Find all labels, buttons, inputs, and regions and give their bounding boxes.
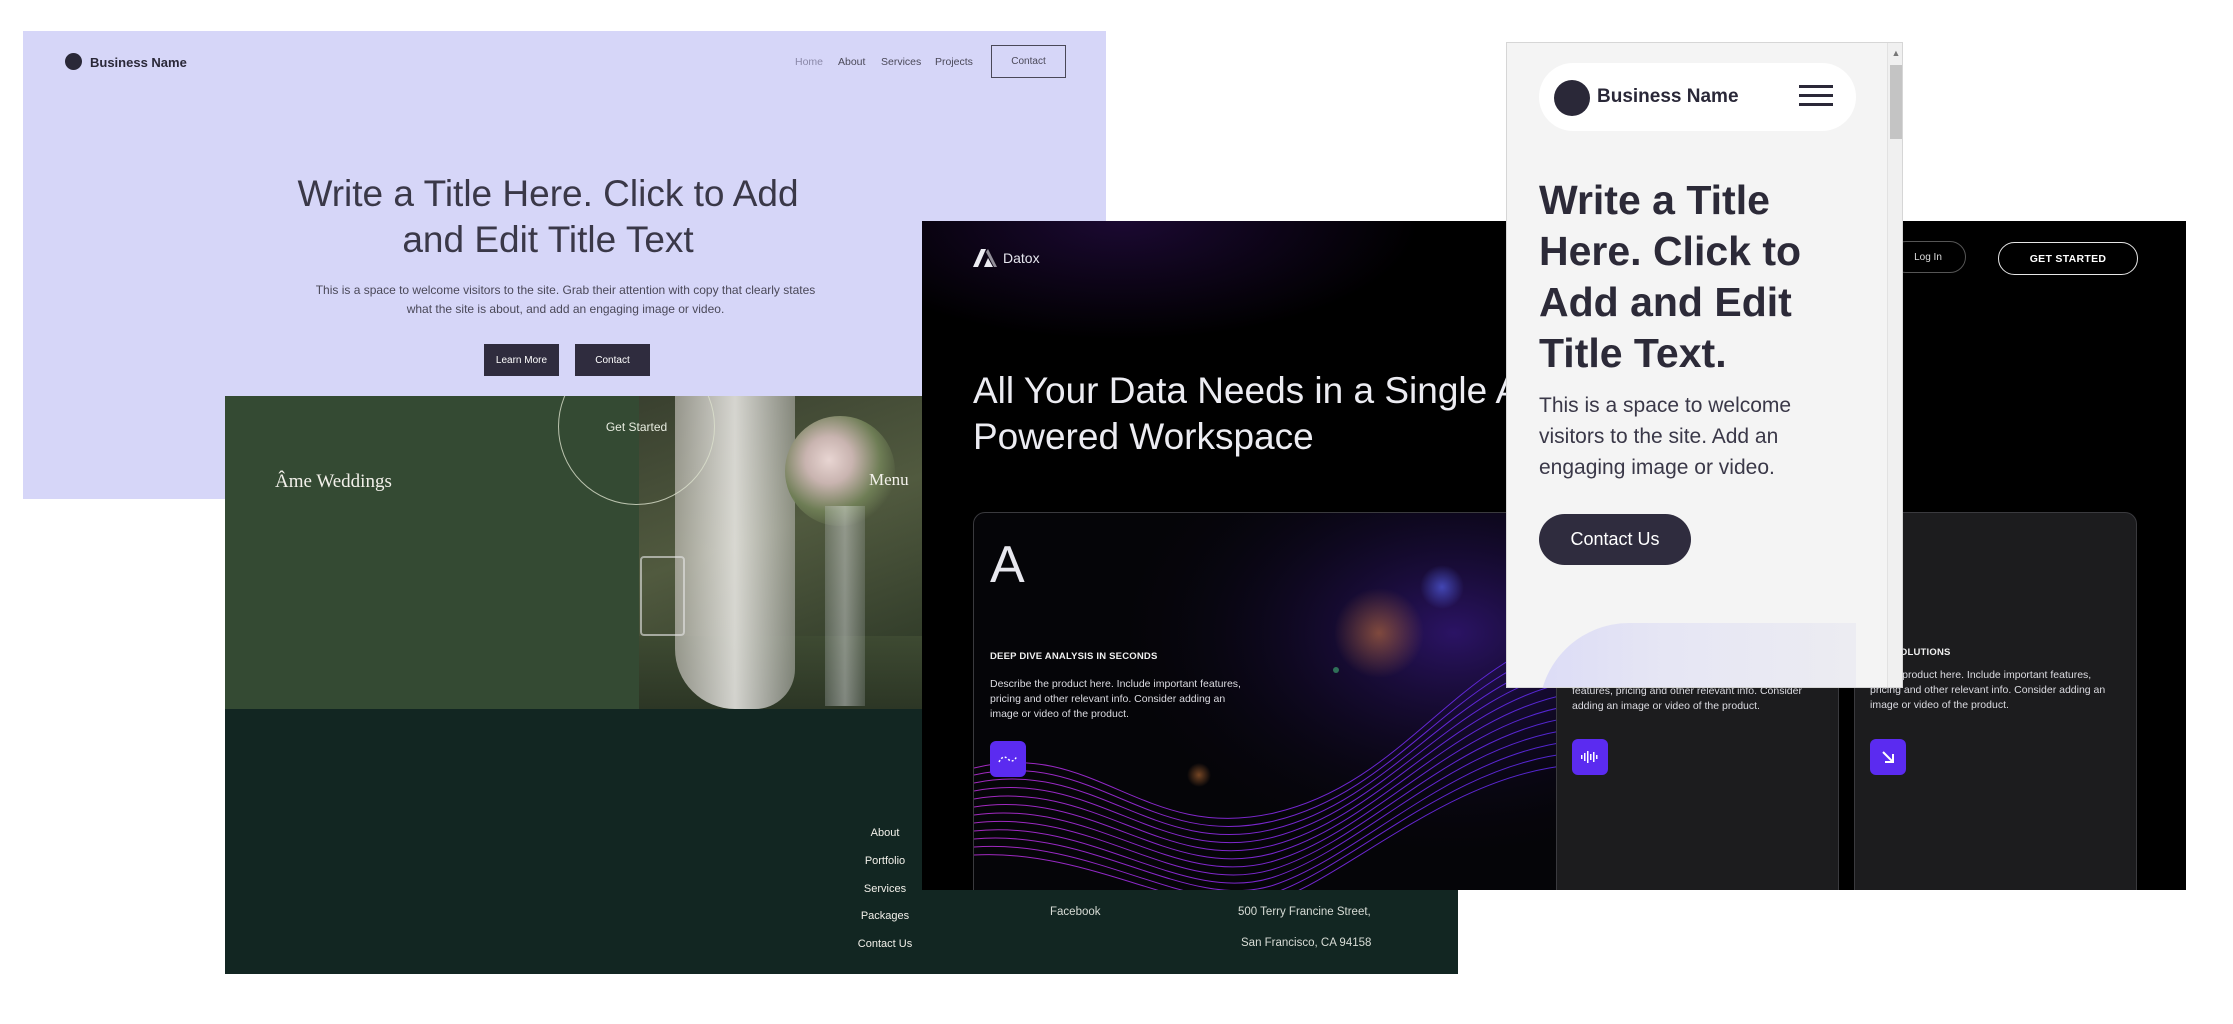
get-started-label: Get Started [605,419,668,434]
get-started-button[interactable]: GET STARTED [1998,242,2138,275]
page-title: Write a Title Here. Click to Add and Edi… [297,173,799,260]
hero-title: All Your Data Needs in a Single AI-Power… [973,370,1543,457]
glass-pillar-image [825,506,865,706]
datox-logo-icon[interactable] [973,249,997,267]
scroll-up-icon[interactable]: ▲ [1890,47,1902,59]
brand-name[interactable]: Business Name [1597,86,1739,108]
scrollbar-thumb[interactable] [1890,65,1902,139]
logo-icon[interactable] [1554,80,1590,116]
address-line-1: 500 Terry Francine Street, [1238,906,1371,918]
hamburger-menu-icon[interactable] [1799,83,1833,109]
card-description: be the product here. Include important f… [1870,669,2106,711]
brand-name[interactable]: Business Name [90,55,187,70]
logo-icon[interactable] [65,53,82,70]
contact-button[interactable]: Contact [575,344,650,376]
nav-about[interactable]: About [838,56,865,68]
audio-bars-icon[interactable] [1572,739,1608,775]
business-site-mobile: Business Name Write a Title Here. Click … [1506,42,1903,688]
nav-home[interactable]: Home [795,56,823,68]
lantern-image [640,556,685,636]
address-line-2: San Francisco, CA 94158 [1241,937,1372,949]
arrow-down-right-icon[interactable] [1870,739,1906,775]
footer-link-facebook[interactable]: Facebook [1050,906,1101,918]
footer-brand[interactable]: Âme Weddings [275,471,392,493]
page-title: Write a Title Here. Click to Add and Edi… [1539,177,1802,376]
learn-more-button[interactable]: Learn More [484,344,559,376]
nav-contact-button[interactable]: Contact [991,45,1066,78]
nav-services[interactable]: Services [881,56,921,68]
page-description: This is a space to welcome visitors to t… [1539,394,1792,479]
contact-us-button[interactable]: Contact Us [1539,514,1691,565]
wave-icon[interactable] [990,741,1026,777]
card-description: Describe the product here. Include impor… [990,678,1241,720]
gradient-image [1539,623,1856,687]
feature-card: A DEEP DIVE ANALYSIS IN SECONDS Describe… [973,512,1573,890]
scrollbar[interactable] [1887,43,1902,687]
card-letter: A [990,536,1025,594]
card-title: DEEP DIVE ANALYSIS IN SECONDS [990,651,1158,662]
footer-link-contact-us[interactable]: Contact Us [825,938,945,950]
footer-link-packages[interactable]: Packages [825,910,945,922]
card-description: features, pricing and other relevant inf… [1572,685,1802,712]
login-label: Log In [1914,251,1942,263]
nav-projects[interactable]: Projects [935,56,973,68]
footer-menu-title: Menu [869,470,909,489]
page-subtitle: This is a space to welcome visitors to t… [315,283,816,316]
header-glow [922,221,1422,341]
brand-name[interactable]: Datox [1003,250,1040,266]
